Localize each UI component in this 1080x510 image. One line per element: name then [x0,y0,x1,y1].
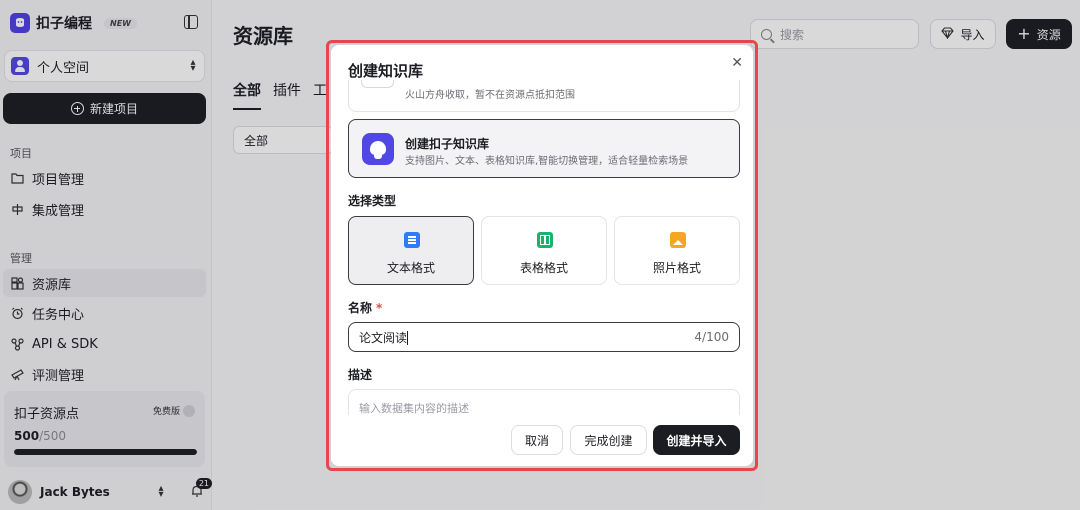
coze-ghost-icon [362,133,394,165]
type-option-image[interactable]: 照片格式 [614,216,740,285]
desc-field-label: 描述 [348,368,373,382]
char-count: 4/100 [694,330,729,344]
type-label: 表格格式 [519,261,568,275]
option-icon [361,80,394,88]
name-label-text: 名称 [348,301,373,315]
text-caret [407,331,409,345]
cancel-button[interactable]: 取消 [511,425,563,455]
table-icon [537,232,553,248]
type-label: 照片格式 [652,261,701,275]
name-value: 论文阅读 [359,330,408,345]
type-option-table[interactable]: 表格格式 [481,216,607,285]
document-icon [404,232,420,248]
volcano-kb-option[interactable]: 火山方舟收取，暂不在资源点抵扣范围 [348,80,740,112]
coze-kb-option[interactable]: 创建扣子知识库 支持图片、文本、表格知识库,智能切换管理，适合轻量检索场景 [348,119,740,178]
option-title: 创建扣子知识库 [405,137,490,151]
image-icon [670,232,686,248]
required-mark: * [376,301,383,315]
finish-create-button[interactable]: 完成创建 [570,425,647,455]
type-label: 文本格式 [386,261,435,275]
create-and-import-button[interactable]: 创建并导入 [653,425,740,455]
description-placeholder: 输入数据集内容的描述 [359,402,469,415]
name-field-label: 名称 * [348,299,382,316]
name-field[interactable]: 论文阅读 4/100 [348,322,740,352]
dialog-title: 创建知识库 [348,62,424,80]
option-desc: 火山方舟收取，暂不在资源点抵扣范围 [405,90,575,101]
option-desc: 支持图片、文本、表格知识库,智能切换管理，适合轻量检索场景 [405,156,689,167]
type-option-text[interactable]: 文本格式 [348,216,474,285]
close-icon[interactable]: ✕ [731,55,743,71]
type-field-label: 选择类型 [348,194,397,208]
create-knowledge-base-dialog: 创建知识库 ✕ 火山方舟收取，暂不在资源点抵扣范围 创建扣子知识库 支持图片、文… [331,45,753,466]
dialog-footer: 取消 完成创建 创建并导入 [331,415,753,466]
